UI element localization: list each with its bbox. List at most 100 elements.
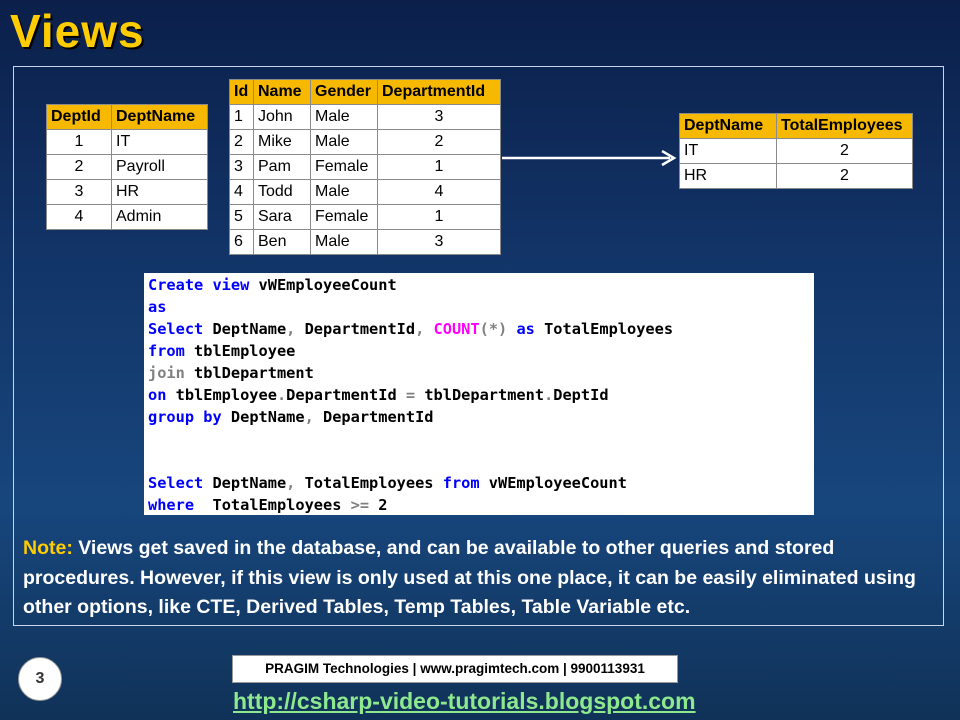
table-cell: Admin <box>111 204 208 230</box>
table-cell: 1 <box>46 129 112 155</box>
table-cell: Sara <box>253 204 311 230</box>
table-cell: Male <box>310 129 378 155</box>
table-cell: 4 <box>229 179 254 205</box>
table-cell: 4 <box>377 179 501 205</box>
arrow-right-icon <box>502 150 677 167</box>
code-token: Select <box>148 320 204 338</box>
table-cell: Female <box>310 204 378 230</box>
page-number: 3 <box>18 657 62 701</box>
code-token: as <box>148 298 167 316</box>
code-token: DepartmentId <box>286 386 406 404</box>
code-token: tblEmployee <box>166 386 277 404</box>
code-token: , <box>304 408 314 426</box>
table-cell: 1 <box>229 104 254 130</box>
table-row: HR 2 <box>679 163 913 189</box>
blog-link[interactable]: http://csharp-video-tutorials.blogspot.c… <box>233 688 696 715</box>
table-cell: 3 <box>377 229 501 255</box>
table-row: 2 Payroll <box>46 154 208 180</box>
table-cell: HR <box>111 179 208 205</box>
code-line: group by DeptName, DepartmentId <box>148 406 814 428</box>
code-token: COUNT <box>433 320 480 338</box>
table-cell: Payroll <box>111 154 208 180</box>
code-line: where TotalEmployees >= 2 <box>148 494 814 516</box>
code-line: Select DeptName, TotalEmployees from vWE… <box>148 472 814 494</box>
code-token: DepartmentId <box>295 320 416 338</box>
code-token: Create view <box>148 276 250 294</box>
table-row: 4 Todd Male 4 <box>229 179 501 205</box>
code-line: on tblEmployee.DepartmentId = tblDepartm… <box>148 384 814 406</box>
table-cell: Male <box>310 104 378 130</box>
table-row: 3 HR <box>46 179 208 205</box>
code-token: vWEmployeeCount <box>479 474 627 492</box>
code-token: . <box>276 386 287 404</box>
table-row: 5 Sara Female 1 <box>229 204 501 230</box>
note-paragraph: Note: Views get saved in the database, a… <box>23 534 943 623</box>
table-cell: 6 <box>229 229 254 255</box>
code-token: where <box>148 496 195 514</box>
code-token: TotalEmployees <box>534 320 674 338</box>
code-line: join tblDepartment <box>148 362 814 384</box>
slide-title: Views <box>10 5 145 57</box>
code-token: (*) <box>479 320 508 338</box>
table-row: 6 Ben Male 3 <box>229 229 501 255</box>
code-line: Create view vWEmployeeCount <box>148 274 814 296</box>
table-cell: 2 <box>776 163 913 189</box>
code-token: tblDepartment <box>415 386 545 404</box>
code-token: DeptName <box>221 408 305 426</box>
code-token: TotalEmployees <box>194 496 351 514</box>
footer-banner: PRAGIM Technologies | www.pragimtech.com… <box>232 655 678 683</box>
table-cell: Male <box>310 179 378 205</box>
table-cell: Pam <box>253 154 311 180</box>
table-cell: 3 <box>229 154 254 180</box>
table-cell: 1 <box>377 154 501 180</box>
code-token: join <box>148 364 185 382</box>
column-header: DeptName <box>111 104 208 130</box>
code-token: DepartmentId <box>313 408 434 426</box>
code-token: DeptId <box>553 386 609 404</box>
column-header: DeptId <box>46 104 112 130</box>
code-token: , <box>286 320 296 338</box>
sql-code-block: Create view vWEmployeeCount as Select Dept… <box>144 273 814 515</box>
code-token: tblEmployee <box>184 342 296 360</box>
table-cell: 2 <box>46 154 112 180</box>
table-cell: 5 <box>229 204 254 230</box>
table-cell: 2 <box>377 129 501 155</box>
table-cell: Ben <box>253 229 311 255</box>
code-token: , <box>286 474 296 492</box>
result-table: DeptName TotalEmployees IT 2 HR 2 <box>679 113 913 189</box>
code-line: as <box>148 296 814 318</box>
table-cell: 3 <box>46 179 112 205</box>
note-label: Note: <box>23 537 73 559</box>
column-header: Name <box>253 79 311 105</box>
table-cell: Mike <box>253 129 311 155</box>
table-cell: Todd <box>253 179 311 205</box>
table-row: 1 John Male 3 <box>229 104 501 130</box>
code-token: 2 <box>369 496 388 514</box>
column-header: Id <box>229 79 254 105</box>
table-row: IT 2 <box>679 138 913 164</box>
table-cell: IT <box>679 138 777 164</box>
code-token: . <box>544 386 554 404</box>
code-token: group by <box>148 408 222 426</box>
code-line: Select DeptName, DepartmentId, COUNT(*) … <box>148 318 814 340</box>
code-token: = <box>405 386 416 404</box>
code-token: Select <box>148 474 204 492</box>
code-token: from <box>148 342 185 360</box>
code-token: as <box>516 320 535 338</box>
table-cell: IT <box>111 129 208 155</box>
column-header: DeptName <box>679 113 777 139</box>
table-cell: Female <box>310 154 378 180</box>
column-header: DepartmentId <box>377 79 501 105</box>
table-row: 1 IT <box>46 129 208 155</box>
table-row: 2 Mike Male 2 <box>229 129 501 155</box>
department-table: DeptId DeptName 1 IT 2 Payroll 3 HR 4 Admin <box>46 104 208 230</box>
code-token: tblDepartment <box>184 364 314 382</box>
code-token: , <box>415 320 425 338</box>
table-cell: 2 <box>229 129 254 155</box>
code-token: vWEmployeeCount <box>249 276 397 294</box>
code-token: >= <box>350 496 370 514</box>
table-cell: Male <box>310 229 378 255</box>
